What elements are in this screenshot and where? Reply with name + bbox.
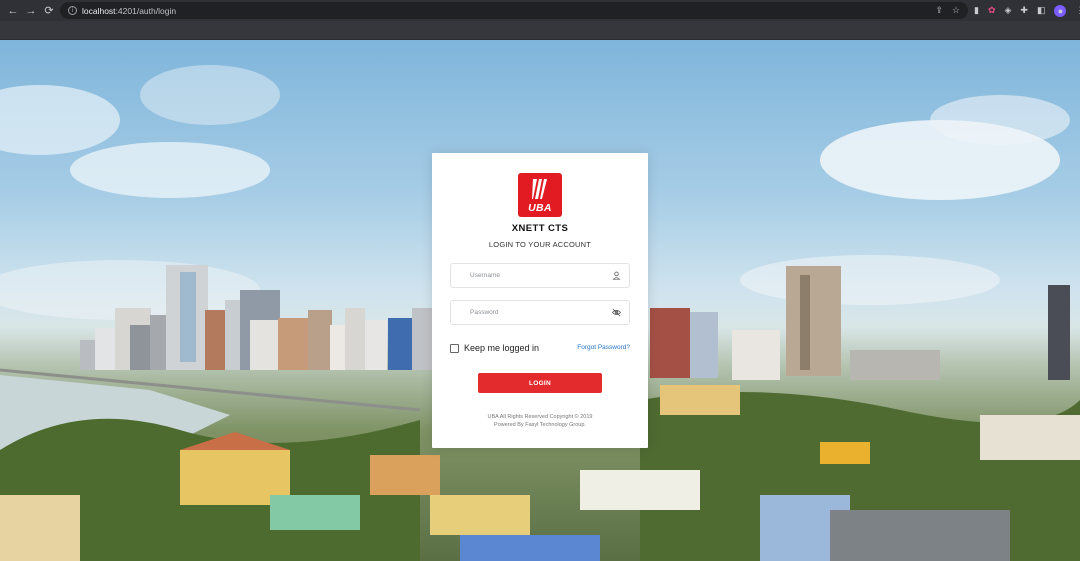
bookmarks-bar <box>0 21 1080 40</box>
powered-by-text: Powered By Fasyl Technology Group. <box>494 422 586 428</box>
copyright-text: UBA All Rights Reserved Copyright © 2019 <box>487 414 593 420</box>
menu-kebab-icon[interactable]: ⋮ <box>1075 5 1080 16</box>
url-path: :4201/auth/login <box>115 5 177 16</box>
extension-icon-2[interactable]: ◈ <box>1005 5 1012 16</box>
back-icon[interactable]: ← <box>4 0 22 21</box>
url-host: localhost <box>82 5 116 16</box>
share-icon[interactable]: ⇪ <box>935 5 943 16</box>
forgot-password-link[interactable]: Forgot Password? <box>577 344 630 351</box>
password-field[interactable] <box>450 300 630 325</box>
remember-me[interactable]: Keep me logged in <box>450 343 539 353</box>
extensions-puzzle-icon[interactable]: ✚ <box>1020 5 1028 16</box>
login-subtitle: LOGIN TO YOUR ACCOUNT <box>488 240 592 249</box>
profile-avatar[interactable]: ● <box>1054 4 1067 17</box>
side-panel-icon[interactable]: ◧ <box>1037 5 1046 16</box>
footer-text: UBA All Rights Reserved Copyright © 2019… <box>432 413 648 429</box>
remember-label[interactable]: Keep me logged in <box>464 343 539 353</box>
bookmark-star-icon[interactable]: ☆ <box>952 5 960 16</box>
browser-toolbar: ← → ⟳ i localhost:4201/auth/login ⇪ ☆ ▮ … <box>0 0 1080 21</box>
uba-logo: UBA <box>518 173 562 217</box>
extension-color-icon[interactable]: ✿ <box>988 5 996 16</box>
uba-logo-mark-icon <box>532 179 547 199</box>
site-info-icon[interactable]: i <box>68 6 77 15</box>
password-input[interactable] <box>465 301 615 324</box>
username-field[interactable] <box>450 263 630 288</box>
url-text[interactable]: localhost:4201/auth/login <box>82 6 176 16</box>
address-bar[interactable]: i localhost:4201/auth/login ⇪ ☆ <box>60 2 968 19</box>
username-input[interactable] <box>465 264 615 287</box>
logo-text: UBA <box>528 202 552 214</box>
remember-checkbox[interactable] <box>450 343 459 353</box>
extension-icon-1[interactable]: ▮ <box>974 5 979 16</box>
login-button[interactable]: LOGIN <box>478 373 602 393</box>
user-icon <box>612 271 621 280</box>
reload-icon[interactable]: ⟳ <box>40 0 58 21</box>
forward-icon[interactable]: → <box>22 0 40 21</box>
login-card: UBA XNETT CTS LOGIN TO YOUR ACCOUNT Keep… <box>432 153 648 448</box>
app-title: XNETT CTS <box>511 223 569 234</box>
eye-off-icon[interactable] <box>612 308 621 317</box>
